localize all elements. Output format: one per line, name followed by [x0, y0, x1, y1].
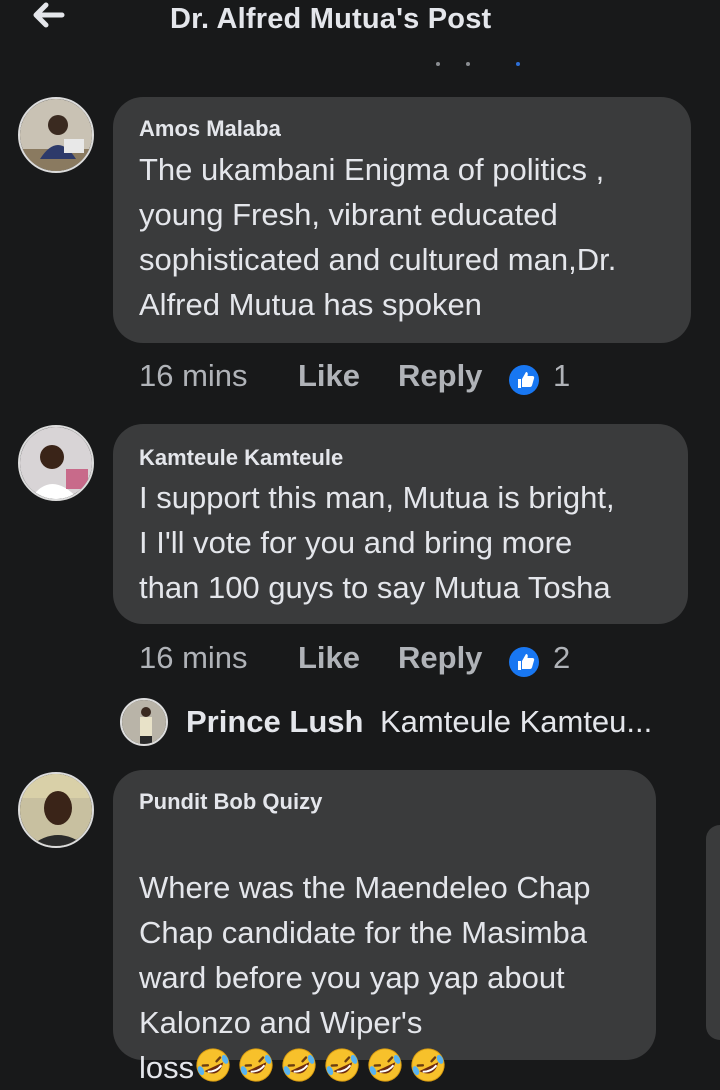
comment-bubble: Amos Malaba The ukambani Enigma of polit…	[113, 97, 691, 343]
comment-time: 16 mins	[139, 640, 248, 675]
avatar[interactable]	[18, 97, 94, 173]
comment-bubble: Pundit Bob Quizy Where was the Maendeleo…	[113, 770, 656, 1085]
rolling-on-floor-laughing-emoji-icon	[325, 1048, 359, 1082]
reply-button[interactable]: Reply	[398, 640, 482, 676]
thumbs-up-icon[interactable]	[509, 647, 539, 677]
rolling-on-floor-laughing-emoji-icon	[368, 1048, 402, 1082]
reaction-count[interactable]: 2	[553, 640, 570, 676]
reply-button[interactable]: Reply	[398, 358, 482, 394]
comment-actions: 16 mins Like Reply 2	[139, 640, 579, 680]
comment-author[interactable]: Pundit Bob Quizy	[139, 789, 322, 815]
page-title: Dr. Alfred Mutua's Post	[170, 3, 492, 35]
comment-actions: 16 mins Like Reply 1	[139, 358, 579, 398]
scrollbar[interactable]	[706, 825, 720, 1040]
thumbs-up-icon[interactable]	[509, 365, 539, 395]
top-bar: Dr. Alfred Mutua's Post	[0, 0, 720, 44]
rolling-on-floor-laughing-emoji-icon	[196, 1048, 230, 1082]
comment-time: 16 mins	[139, 358, 248, 393]
arrow-left-icon	[33, 2, 65, 28]
avatar[interactable]	[18, 772, 94, 848]
comment-author[interactable]: Amos Malaba	[139, 116, 281, 142]
rolling-on-floor-laughing-emoji-icon	[411, 1048, 445, 1082]
comment-text: The ukambani Enigma of politics , young …	[139, 152, 617, 322]
comment-text: Where was the Maendeleo Chap Chap candid…	[139, 820, 590, 1090]
reaction-count[interactable]: 1	[553, 358, 570, 394]
avatar[interactable]	[120, 698, 168, 746]
back-button[interactable]	[28, 0, 68, 34]
like-button[interactable]: Like	[298, 358, 360, 394]
like-button[interactable]: Like	[298, 640, 360, 676]
reply-preview[interactable]: Prince Lush Kamteule Kamteu...	[120, 698, 720, 748]
comment-bubble: Kamteule Kamteule I support this man, Mu…	[113, 424, 688, 624]
reply-snippet[interactable]: Kamteule Kamteu...	[380, 704, 652, 740]
comment-text-body: Where was the Maendeleo Chap Chap candid…	[139, 870, 591, 1040]
rolling-on-floor-laughing-emoji-icon	[239, 1048, 273, 1082]
avatar[interactable]	[18, 425, 94, 501]
reply-author[interactable]: Prince Lush	[186, 704, 363, 740]
comment-text: I support this man, Mutua is bright, I I…	[139, 480, 615, 605]
comment-author[interactable]: Kamteule Kamteule	[139, 445, 343, 471]
rolling-on-floor-laughing-emoji-icon	[282, 1048, 316, 1082]
